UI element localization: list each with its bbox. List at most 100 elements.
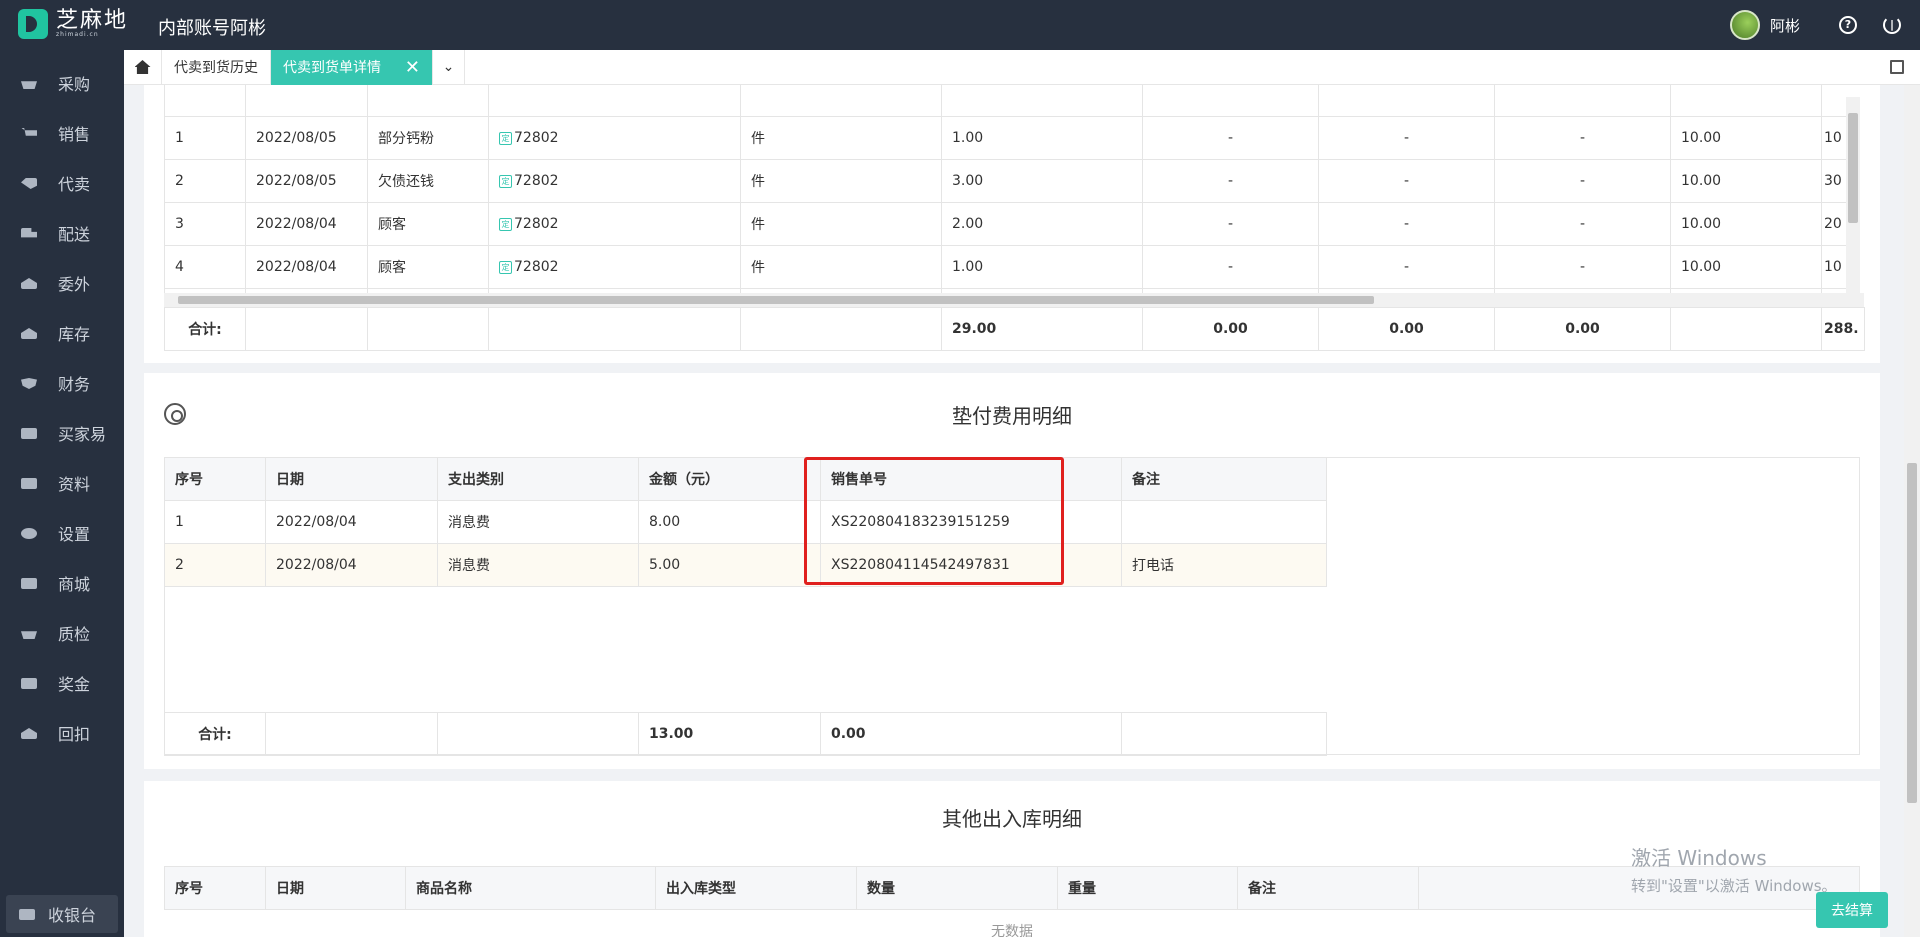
question-circle-icon[interactable]: ?	[1826, 0, 1870, 50]
goods-table-viewport: 1 2022/08/05 部分钙粉定 72802 件 1.00- - -10.00 10 2 202…	[164, 85, 1846, 295]
advance-total-order: 0.00	[820, 712, 1122, 756]
product-code: 72802	[514, 173, 559, 189]
product-code: 72802	[514, 259, 559, 275]
row-c2: -	[1318, 159, 1495, 203]
table-row[interactable]: 4 2022/08/04 顾客定 72802 件 1.00- - -10.00 10	[164, 245, 1846, 289]
user-name[interactable]: 阿彬	[1770, 15, 1800, 36]
sidebar: 采购 销售 代卖 配送 委外 库存 财务 买家易 资料 设置 商城 质检 奖金 …	[0, 50, 124, 937]
sidebar-item-consignment[interactable]: 代卖	[0, 158, 124, 208]
col-header: 金额（元）	[638, 457, 821, 501]
total-c2: 0.00	[1318, 307, 1495, 351]
row-c2: -	[1318, 116, 1495, 160]
sidebar-item-buyer[interactable]: 买家易	[0, 408, 124, 458]
building-icon	[20, 725, 38, 741]
row-unit: 件	[740, 116, 942, 160]
sidebar-item-rebate[interactable]: 回扣	[0, 708, 124, 758]
total-qty: 29.00	[941, 307, 1143, 351]
tag-icon	[20, 175, 38, 191]
power-icon[interactable]: |	[1870, 0, 1914, 50]
table-row[interactable]: 1 2022/08/04 消息费 8.00 XS2208041832391512…	[164, 500, 1327, 544]
row-customer: 顾客	[367, 202, 489, 246]
row-number: 2	[164, 159, 246, 203]
sidebar-item-mall[interactable]: 商城	[0, 558, 124, 608]
sidebar-item-quality[interactable]: 质检	[0, 608, 124, 658]
sidebar-item-outsource[interactable]: 委外	[0, 258, 124, 308]
cart-icon	[20, 125, 38, 141]
basket-icon	[20, 625, 38, 641]
col-header: 支出类别	[437, 457, 639, 501]
sidebar-item-purchase[interactable]: 采购	[0, 58, 124, 108]
fullscreen-icon[interactable]	[1890, 60, 1904, 74]
col-header: 序号	[164, 457, 266, 501]
row-c1: -	[1142, 116, 1319, 160]
sidebar-item-data[interactable]: 资料	[0, 458, 124, 508]
settle-button[interactable]: 去结算	[1816, 892, 1888, 928]
table-row[interactable]: 3 2022/08/04 顾客定 72802 件 2.00- - -10.00 20	[164, 202, 1846, 246]
brand-logo[interactable]: 芝麻地 zhimadi.cn	[18, 9, 128, 39]
row-number: 1	[164, 116, 246, 160]
row-date: 2022/08/04	[245, 202, 368, 246]
col-header: 商品名称	[405, 866, 656, 910]
close-icon[interactable]: ✕	[405, 57, 420, 78]
row-unit: 件	[740, 245, 942, 289]
table-row[interactable]: 1 2022/08/05 部分钙粉定 72802 件 1.00- - -10.00 10	[164, 116, 1846, 160]
building-icon	[20, 275, 38, 291]
goods-table: 1 2022/08/05 部分钙粉定 72802 件 1.00- - -10.00 10 2 202…	[164, 85, 1846, 295]
row-c3: -	[1494, 159, 1671, 203]
col-header: 备注	[1121, 457, 1327, 501]
gear-icon	[20, 525, 38, 541]
logo-icon	[18, 9, 48, 39]
col-header: 序号	[164, 866, 266, 910]
printer-icon	[20, 475, 38, 491]
stamp-icon: 定	[499, 217, 512, 231]
row-customer: 欠债还钱	[367, 159, 489, 203]
col-header: 数量	[856, 866, 1058, 910]
goods-horizontal-scrollbar[interactable]	[164, 293, 1864, 307]
highlight-box	[804, 457, 1064, 585]
row-price: 10.00	[1670, 245, 1822, 289]
row-c2: -	[1318, 245, 1495, 289]
row-price: 10.00	[1670, 202, 1822, 246]
store-icon	[20, 575, 38, 591]
tab-consign-history[interactable]: 代卖到货历史	[162, 49, 271, 85]
other-stock-table: 序号 日期 商品名称 出入库类型 数量 重量 备注	[164, 866, 1860, 910]
sidebar-item-finance[interactable]: 财务	[0, 358, 124, 408]
sidebar-item-sales[interactable]: 销售	[0, 108, 124, 158]
row-unit: 件	[740, 159, 942, 203]
sidebar-item-settings[interactable]: 设置	[0, 508, 124, 558]
row-qty: 1.00	[941, 245, 1143, 289]
sidebar-item-inventory[interactable]: 库存	[0, 308, 124, 358]
row-amount: 10	[1821, 245, 1846, 289]
account-title: 内部账号阿彬	[158, 18, 266, 39]
shield-icon	[20, 375, 38, 391]
sidebar-item-delivery[interactable]: 配送	[0, 208, 124, 258]
row-customer: 部分钙粉	[367, 116, 489, 160]
row-c3: -	[1494, 116, 1671, 160]
row-price: 10.00	[1670, 116, 1822, 160]
row-qty: 3.00	[941, 159, 1143, 203]
page-scrollbar[interactable]	[1904, 85, 1920, 937]
col-header: 备注	[1237, 866, 1419, 910]
col-header: 出入库类型	[655, 866, 857, 910]
row-amount: 20	[1821, 202, 1846, 246]
store-icon	[20, 675, 38, 691]
sidebar-item-bonus[interactable]: 奖金	[0, 658, 124, 708]
row-amount: 30	[1821, 159, 1846, 203]
goods-vertical-scrollbar[interactable]	[1846, 97, 1860, 293]
row-unit: 件	[740, 202, 942, 246]
empty-text: 无数据	[991, 924, 1033, 937]
top-bar: 芝麻地 zhimadi.cn 内部账号阿彬 阿彬 ? |	[0, 0, 1920, 50]
tab-consign-detail[interactable]: 代卖到货单详情 ✕	[271, 49, 433, 85]
avatar[interactable]	[1729, 10, 1760, 40]
store-icon	[20, 425, 38, 441]
row-price: 10.00	[1670, 159, 1822, 203]
row-c1: -	[1142, 159, 1319, 203]
table-row[interactable]: 2 2022/08/04 消息费 5.00 XS2208041145424978…	[164, 543, 1327, 587]
table-row[interactable]: 2 2022/08/05 欠债还钱定 72802 件 3.00- - -10.00 30	[164, 159, 1846, 203]
total-amount: 288.	[1821, 307, 1865, 351]
home-tab[interactable]	[124, 49, 162, 85]
cashier-button[interactable]: 收银台	[6, 895, 118, 933]
chevron-down-icon[interactable]: ⌄	[433, 49, 465, 85]
col-header: 重量	[1057, 866, 1238, 910]
cashier-icon	[18, 906, 35, 922]
